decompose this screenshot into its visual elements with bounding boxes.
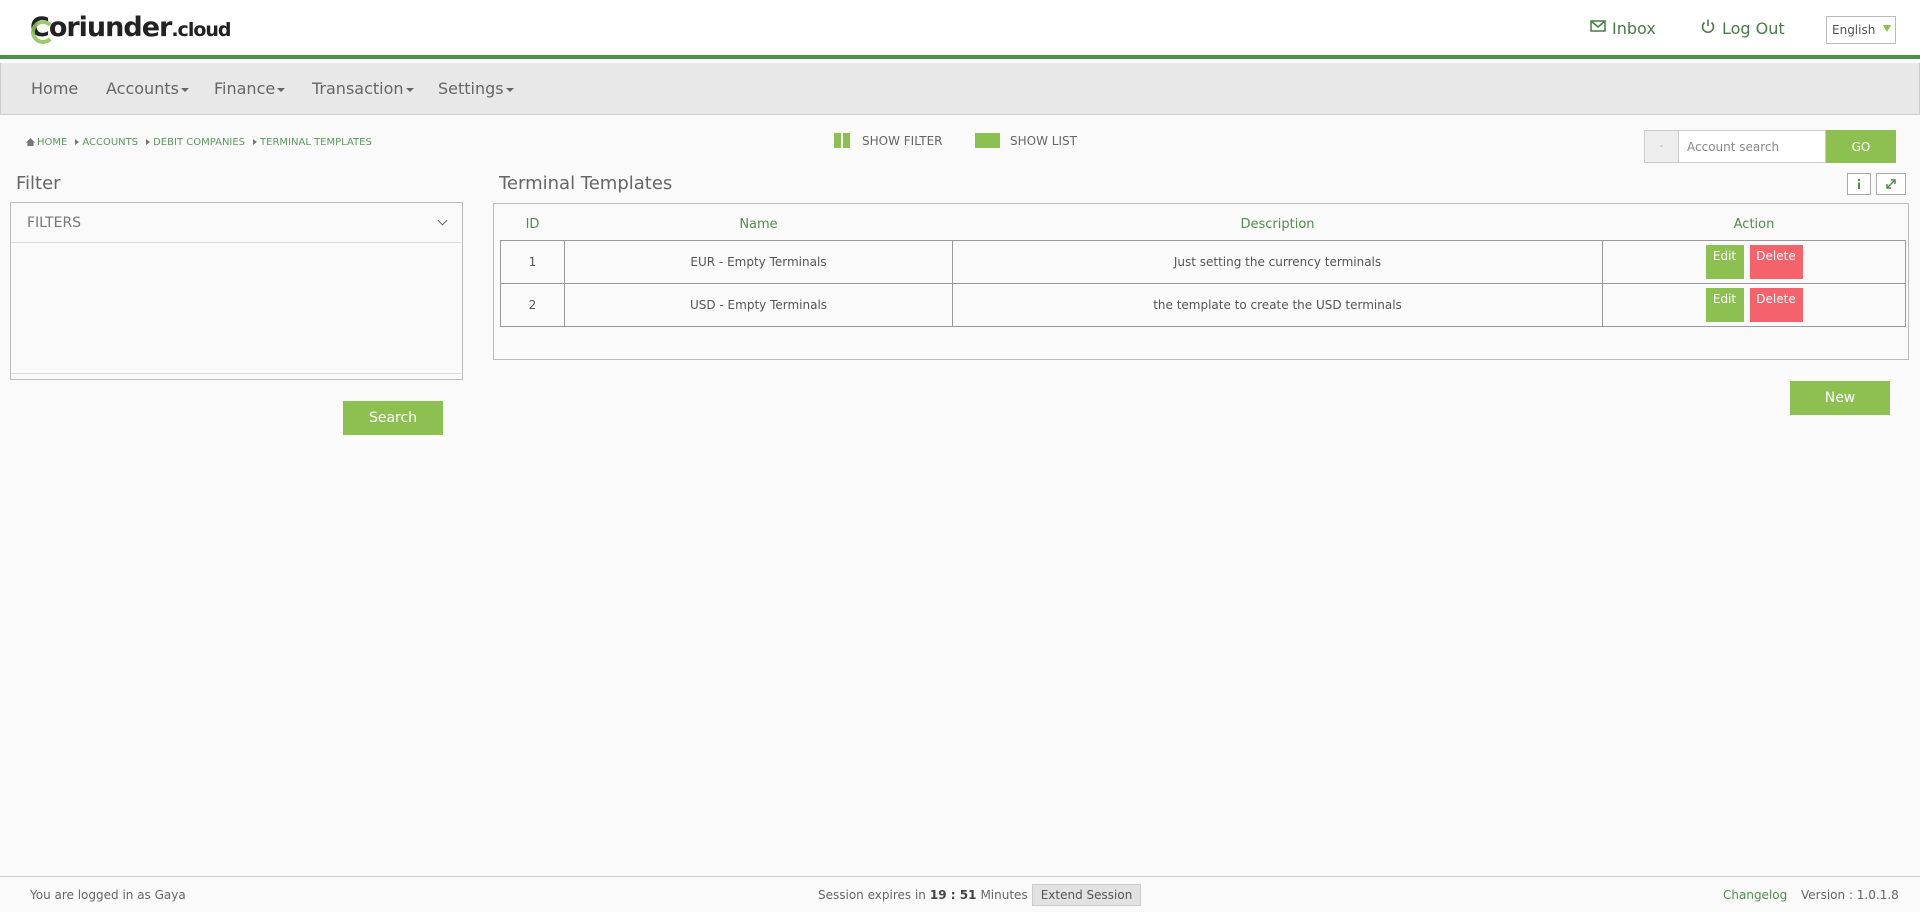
nav-home-label: Home (31, 79, 79, 98)
column-header-id[interactable]: ID (500, 210, 565, 241)
show-list-label: SHOW LIST (1010, 133, 1077, 148)
nav-finance-label: Finance (214, 79, 276, 98)
show-filter-toggle[interactable]: SHOW FILTER (834, 133, 943, 148)
info-button[interactable] (1847, 173, 1871, 195)
breadcrumb-accounts[interactable]: ACCOUNTS (75, 137, 138, 148)
cell-name: USD - Empty Terminals (564, 282, 953, 327)
columns-icon (834, 133, 850, 148)
filter-panel-footer (11, 373, 462, 379)
home-icon (26, 138, 35, 146)
nav-finance[interactable]: Finance (214, 79, 286, 98)
edit-button[interactable]: Edit (1705, 244, 1744, 279)
session-timer: 19 : 51 (929, 888, 977, 902)
caret-down-icon (277, 87, 286, 92)
extend-session-button[interactable]: Extend Session (1031, 884, 1142, 906)
table-row: 1 EUR - Empty Terminals Just setting the… (500, 239, 1906, 284)
logo[interactable]: Coriunder.cloud (30, 12, 232, 44)
delete-button[interactable]: Delete (1749, 244, 1803, 279)
inbox-link[interactable]: Inbox (1590, 18, 1656, 38)
cell-id: 1 (500, 239, 565, 284)
breadcrumb-home[interactable]: HOME (26, 137, 67, 148)
chevron-right-icon (253, 139, 258, 145)
caret-down-icon (405, 87, 414, 92)
footer: You are logged in as Gaya Session expire… (0, 876, 1920, 912)
cell-description: the template to create the USD terminals (952, 282, 1603, 327)
column-header-name[interactable]: Name (564, 210, 953, 241)
show-list-toggle[interactable]: SHOW LIST (975, 133, 1077, 148)
filters-accordion-header[interactable]: FILTERS (11, 203, 462, 243)
inbox-label: Inbox (1612, 18, 1656, 38)
envelope-icon (1590, 18, 1606, 38)
terminal-templates-table: ID Name Description Action 1 EUR - Empty… (500, 210, 1906, 327)
dropdown-arrow-icon (1883, 25, 1891, 32)
terminal-templates-panel: ID Name Description Action 1 EUR - Empty… (493, 203, 1909, 360)
edit-button[interactable]: Edit (1705, 287, 1744, 322)
chevron-right-icon (75, 139, 80, 145)
breadcrumb-home-label: HOME (37, 137, 68, 148)
session-suffix: Minutes (980, 888, 1028, 902)
cell-action: Edit Delete (1602, 282, 1906, 327)
logged-in-text: You are logged in as Gaya (30, 888, 186, 902)
go-button[interactable]: GO (1826, 130, 1896, 163)
session-info: Session expires in 19 : 51 Minutes Exten… (818, 884, 1142, 906)
logo-text: Coriunder (30, 12, 172, 44)
nav-transaction-label: Transaction (312, 79, 404, 98)
filter-panel: FILTERS (10, 202, 463, 380)
filter-title: Filter (16, 173, 61, 194)
breadcrumb-accounts-label: ACCOUNTS (82, 137, 139, 148)
expand-button[interactable] (1876, 173, 1906, 195)
breadcrumb-debit-companies-label: DEBIT COMPANIES (153, 137, 246, 148)
breadcrumb-terminal-templates[interactable]: TERMINAL TEMPLATES (253, 137, 372, 148)
column-header-action: Action (1602, 210, 1906, 241)
search-button[interactable]: Search (343, 401, 443, 435)
caret-down-icon (180, 87, 189, 92)
logout-link[interactable]: Log Out (1700, 18, 1785, 38)
cell-description: Just setting the currency terminals (952, 239, 1603, 284)
account-search-input[interactable] (1679, 130, 1826, 163)
breadcrumb-terminal-templates-label: TERMINAL TEMPLATES (260, 137, 372, 148)
language-value: English (1832, 23, 1876, 37)
column-header-description[interactable]: Description (952, 210, 1603, 241)
nav-accounts-label: Accounts (106, 79, 179, 98)
account-search-prefix[interactable]: - (1644, 130, 1679, 163)
cell-id: 2 (500, 282, 565, 327)
nav-settings[interactable]: Settings (438, 79, 514, 98)
breadcrumb: HOME ACCOUNTS DEBIT COMPANIES TERMINAL T… (26, 137, 372, 148)
nav-home[interactable]: Home (31, 79, 78, 98)
list-icon (975, 133, 1000, 148)
chevron-right-icon (146, 139, 151, 145)
nav-settings-label: Settings (438, 79, 504, 98)
show-filter-label: SHOW FILTER (862, 133, 943, 148)
table-row: 2 USD - Empty Terminals the template to … (500, 282, 1906, 327)
delete-button[interactable]: Delete (1749, 287, 1803, 322)
cell-name: EUR - Empty Terminals (564, 239, 953, 284)
caret-down-icon (505, 87, 514, 92)
filters-label: FILTERS (27, 215, 82, 231)
new-button[interactable]: New (1790, 381, 1890, 415)
nav-transaction[interactable]: Transaction (312, 79, 414, 98)
version-text: Version : 1.0.1.8 (1801, 888, 1899, 902)
logout-label: Log Out (1722, 18, 1785, 38)
breadcrumb-debit-companies[interactable]: DEBIT COMPANIES (146, 137, 245, 148)
info-icon (1858, 179, 1860, 189)
changelog-link[interactable]: Changelog (1723, 888, 1787, 902)
cell-action: Edit Delete (1602, 239, 1906, 284)
power-icon (1700, 18, 1716, 38)
account-search: - GO (1644, 130, 1896, 163)
main-nav: Home Accounts Finance Transaction Settin… (0, 63, 1920, 115)
nav-accounts[interactable]: Accounts (106, 79, 189, 98)
list-title: Terminal Templates (499, 173, 673, 194)
logo-suffix: .cloud (171, 19, 231, 41)
expand-icon (1886, 179, 1896, 189)
top-header: Coriunder.cloud Inbox Log Out English (0, 0, 1920, 59)
chevron-down-icon (437, 215, 448, 226)
session-prefix: Session expires in (818, 888, 926, 902)
table-header-row: ID Name Description Action (500, 210, 1906, 241)
language-select[interactable]: English (1826, 16, 1896, 44)
